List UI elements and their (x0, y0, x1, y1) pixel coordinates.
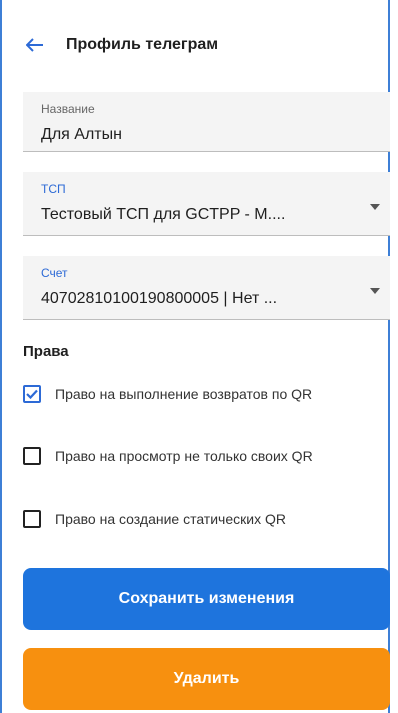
tsp-select-label: ТСП (41, 182, 66, 196)
tsp-select[interactable]: ТСП Тестовый ТСП для GCTPP - М.... (23, 172, 390, 236)
refunds-checkbox[interactable] (23, 385, 41, 403)
view-others-label: Право на просмотр не только своих QR (55, 448, 313, 464)
right-view-others-row[interactable]: Право на просмотр не только своих QR (23, 447, 313, 465)
static-qr-checkbox[interactable] (23, 510, 41, 528)
delete-button[interactable]: Удалить (23, 648, 390, 710)
name-field-value[interactable]: Для Алтын (41, 126, 122, 144)
dropdown-arrow-icon[interactable] (370, 204, 380, 210)
save-button[interactable]: Сохранить изменения (23, 568, 390, 630)
window-border-left (0, 0, 2, 713)
account-select-label: Счет (41, 266, 68, 280)
name-field[interactable]: Название Для Алтын (23, 92, 390, 152)
name-field-label: Название (41, 102, 95, 116)
view-others-checkbox[interactable] (23, 447, 41, 465)
header: Профиль телеграм (24, 30, 218, 60)
account-select-value: 40702810100190800005 | Нет ... (41, 290, 278, 307)
rights-section-title: Права (23, 343, 69, 360)
checkmark-icon (26, 389, 38, 399)
dropdown-arrow-icon[interactable] (370, 288, 380, 294)
account-select[interactable]: Счет 40702810100190800005 | Нет ... (23, 256, 390, 320)
tsp-select-value: Тестовый ТСП для GCTPP - М.... (41, 206, 286, 223)
right-static-qr-row[interactable]: Право на создание статических QR (23, 510, 286, 528)
refunds-label: Право на выполнение возвратов по QR (55, 386, 313, 402)
page-title: Профиль телеграм (66, 36, 219, 53)
right-refunds-row[interactable]: Право на выполнение возвратов по QR (23, 385, 312, 403)
static-qr-label: Право на создание статических QR (55, 511, 286, 527)
back-arrow-icon[interactable] (24, 34, 46, 56)
